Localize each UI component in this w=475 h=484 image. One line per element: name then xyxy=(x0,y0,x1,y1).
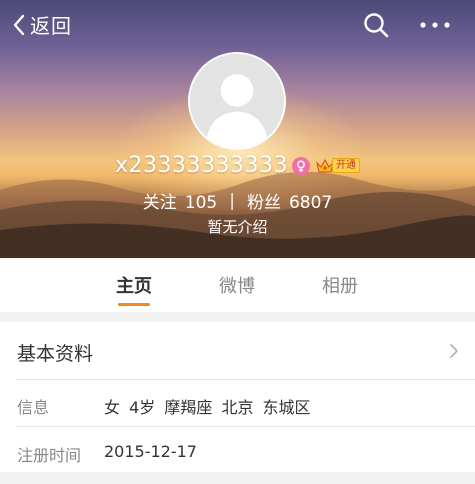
back-chevron-icon xyxy=(13,14,25,35)
more-dots-icon[interactable] xyxy=(418,16,452,34)
basic-info-header[interactable]: 基本资料 xyxy=(0,322,475,379)
active-tab-indicator xyxy=(118,303,150,306)
fans-count: 6807 xyxy=(288,193,333,213)
vip-label: 开通 xyxy=(332,158,360,173)
vip-open-button[interactable]: 开通 xyxy=(316,158,360,174)
info-row-value: 女 4岁 摩羯座 北京 东城区 xyxy=(104,398,311,417)
follow-stat[interactable]: 关注 105 xyxy=(143,188,217,213)
back-button[interactable]: 返回 xyxy=(12,10,72,39)
back-label: 返回 xyxy=(30,14,72,38)
default-avatar-icon xyxy=(190,54,284,148)
search-icon[interactable] xyxy=(362,11,390,39)
avatar[interactable] xyxy=(188,52,286,150)
register-time-label: 注册时间 xyxy=(17,446,82,465)
profile-intro: 暂无介绍 xyxy=(207,218,268,236)
follow-label: 关注 xyxy=(142,193,177,213)
fans-label: 粉丝 xyxy=(246,193,281,213)
profile-tabs: 主页 微博 相册 xyxy=(0,258,475,312)
info-row-label: 信息 xyxy=(17,398,50,417)
profile-header: 返回 x23333333333 开通 关注 105 | 粉丝 6807 暂无介绍 xyxy=(0,0,475,258)
stats-divider: | xyxy=(229,190,235,211)
fans-stat[interactable]: 粉丝 6807 xyxy=(247,188,332,213)
tab-weibo[interactable]: 微博 xyxy=(219,272,255,298)
profile-page: 返回 x23333333333 开通 关注 105 | 粉丝 6807 暂无介绍… xyxy=(0,0,475,484)
divider xyxy=(16,426,475,427)
follow-count: 105 xyxy=(184,193,218,213)
basic-info-card: 基本资料 信息 女 4岁 摩羯座 北京 东城区 注册时间 2015-12-17 xyxy=(0,322,475,472)
divider xyxy=(16,379,475,380)
tab-album[interactable]: 相册 xyxy=(322,272,358,298)
tab-home[interactable]: 主页 xyxy=(116,272,152,298)
chevron-right-icon xyxy=(450,344,458,358)
register-time-value: 2015-12-17 xyxy=(104,442,197,461)
basic-info-title: 基本资料 xyxy=(17,343,94,365)
username-row: x23333333333 开通 xyxy=(0,153,475,178)
username: x23333333333 xyxy=(115,153,288,178)
female-icon xyxy=(292,156,310,175)
stats-row: 关注 105 | 粉丝 6807 xyxy=(0,188,475,214)
